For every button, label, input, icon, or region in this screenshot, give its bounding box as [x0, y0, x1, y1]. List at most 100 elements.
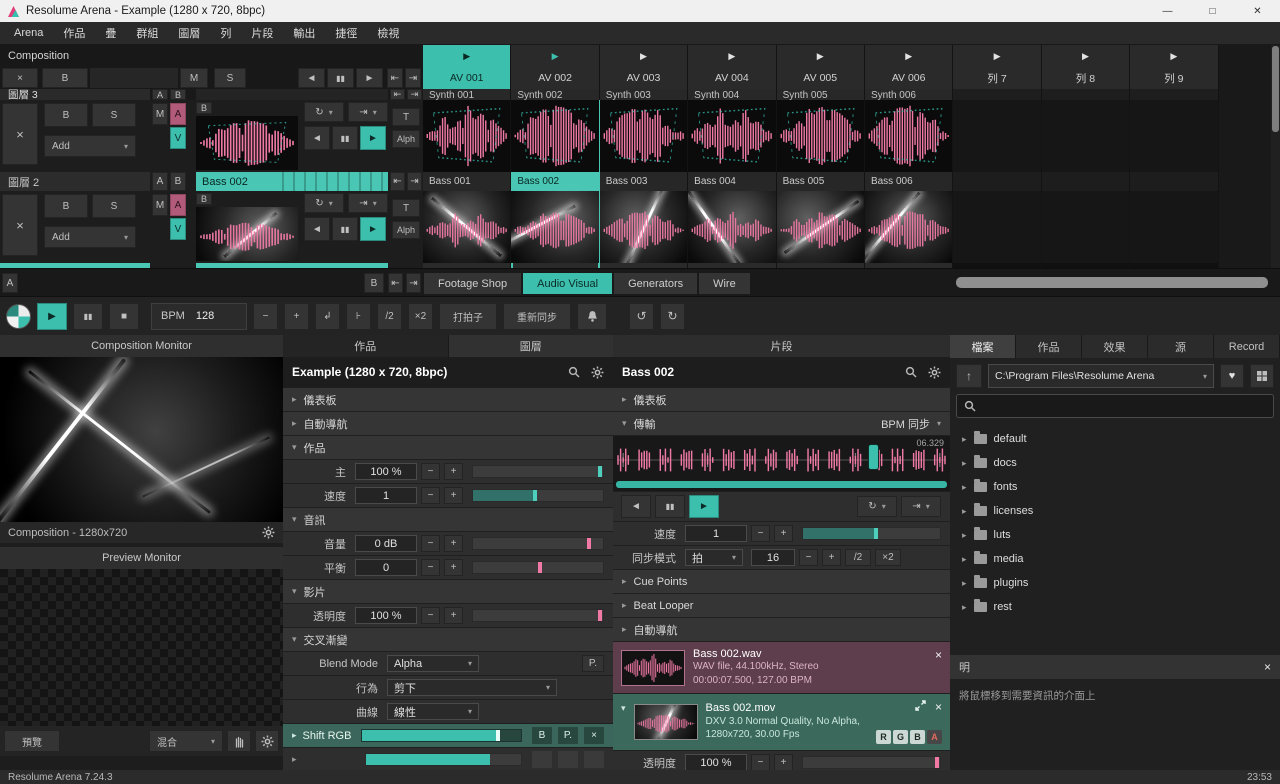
beats-increment[interactable]: +	[822, 549, 841, 566]
layer2-t-toggle[interactable]: T	[392, 108, 420, 126]
search-box[interactable]	[956, 394, 1274, 418]
layer3-clip-3[interactable]: Synth 003	[599, 89, 689, 100]
layer2-bypass-button[interactable]: B	[44, 103, 88, 127]
layer3-b-button[interactable]: B	[170, 89, 186, 100]
clip-prev-button[interactable]: ◄	[621, 495, 651, 518]
column-header-1[interactable]: AV 001	[423, 67, 512, 89]
folder-item-default[interactable]: ▸ default	[950, 427, 1280, 451]
layer1-clip-3[interactable]	[599, 191, 689, 268]
layer2-clip-9[interactable]	[1130, 100, 1219, 191]
layer3-clip-strip[interactable]	[196, 89, 388, 100]
menu-item-4[interactable]: 群組	[126, 22, 168, 44]
layer3-clip-7[interactable]	[953, 89, 1042, 100]
chevron-down-icon[interactable]: ▾	[621, 703, 626, 714]
composition-mode-icon[interactable]	[6, 303, 31, 329]
composition-mute-button[interactable]: M	[180, 68, 208, 88]
layer1-clip-5[interactable]	[776, 191, 865, 268]
clip-speed-value[interactable]: 1	[685, 525, 747, 542]
layer1-clip-8[interactable]	[1041, 191, 1131, 268]
composition-solo-button[interactable]: S	[214, 68, 246, 88]
layer2-video-button[interactable]: V	[170, 127, 186, 149]
channel-b-button[interactable]: B	[910, 730, 925, 744]
layer2-clip-2[interactable]: Bass 002	[511, 100, 600, 191]
layer2-active-clip-preview[interactable]	[196, 116, 298, 170]
browser-tab-作品[interactable]: 作品	[1016, 335, 1082, 358]
master-decrement[interactable]: −	[421, 463, 440, 480]
layer1-prev-button[interactable]: ◄	[304, 217, 330, 241]
opacity-value[interactable]: 100 %	[355, 607, 417, 624]
gear-icon[interactable]	[928, 366, 941, 379]
layer2-clip-5[interactable]: Bass 005	[776, 100, 865, 191]
resync-button[interactable]: 重新同步	[503, 302, 571, 330]
column-header-8[interactable]: 列 8	[1041, 67, 1131, 89]
section-cue-points[interactable]: ▸ Cue Points	[613, 570, 950, 593]
layer1-bypass-button[interactable]: B	[44, 194, 88, 218]
clip-speed-slider[interactable]	[802, 527, 941, 540]
crossfader-a-button[interactable]: A	[2, 273, 18, 293]
menu-item-10[interactable]: 檢視	[367, 22, 409, 44]
master-slider[interactable]	[472, 465, 604, 478]
layer2-clear-button[interactable]: ×	[2, 103, 38, 165]
layer3-clip-6[interactable]: Synth 006	[864, 89, 954, 100]
folder-item-rest[interactable]: ▸ rest	[950, 595, 1280, 619]
gear-icon[interactable]	[255, 730, 279, 752]
preview-button[interactable]: 預覽	[4, 730, 60, 752]
maximize-button[interactable]: □	[1190, 0, 1235, 22]
effect-shift-rgb[interactable]: ▸ Shift RGB B P. ×	[283, 724, 613, 747]
tap-tempo-button[interactable]: 打拍子	[439, 302, 497, 330]
column-header-3[interactable]: AV 003	[599, 67, 689, 89]
blend-mode-dropdown[interactable]: 混合 ▾	[149, 730, 223, 752]
layer1-add-dropdown[interactable]: Add ▾	[44, 226, 136, 248]
layer3-name-strip[interactable]: 圖層 3	[0, 89, 150, 100]
bpm-halve-button[interactable]: /2	[377, 302, 402, 330]
grid-v-scrollbar[interactable]	[1271, 45, 1280, 268]
blend-mode-select[interactable]: Alpha ▾	[387, 655, 479, 672]
layer1-mute-button[interactable]: M	[152, 194, 168, 216]
layer2-clip-7[interactable]	[953, 100, 1042, 191]
browser-search-input[interactable]	[983, 400, 1266, 412]
folder-item-luts[interactable]: ▸ luts	[950, 523, 1280, 547]
composition-to-end-button[interactable]: ⇥	[405, 68, 421, 88]
column-header-5[interactable]: AV 005	[776, 67, 865, 89]
layer2-to-end-button[interactable]: ⇥	[407, 172, 422, 191]
fullscreen-icon[interactable]	[915, 700, 926, 714]
master-increment[interactable]: +	[444, 463, 463, 480]
clip-speed-increment[interactable]: +	[774, 525, 793, 542]
bpm-nudge-button[interactable]: ↲	[315, 302, 340, 330]
layer1-clip-7[interactable]	[953, 191, 1042, 268]
speed-decrement[interactable]: −	[421, 487, 440, 504]
tab-composition[interactable]: 作品	[283, 335, 448, 357]
blend-params-button[interactable]: P.	[582, 655, 604, 672]
column-header-4[interactable]: AV 004	[688, 67, 777, 89]
pan-tool-icon[interactable]	[227, 730, 251, 752]
expand-arrow-icon[interactable]: ▸	[962, 482, 967, 493]
clip-opacity-increment[interactable]: +	[774, 754, 793, 770]
playhead[interactable]	[869, 445, 879, 469]
pan-decrement[interactable]: −	[421, 559, 440, 576]
layer1-play-button[interactable]: ►	[360, 217, 386, 241]
layer3-to-start-button[interactable]: ⇤	[390, 89, 405, 100]
speed-slider[interactable]	[472, 489, 604, 502]
section-beat-looper[interactable]: ▸ Beat Looper	[613, 594, 950, 617]
layer2-prev-button[interactable]: ◄	[304, 126, 330, 150]
browser-tab-源[interactable]: 源	[1148, 335, 1214, 358]
folder-item-fonts[interactable]: ▸ fonts	[950, 475, 1280, 499]
composition-clear-button[interactable]: ×	[2, 68, 38, 88]
behaviour-select[interactable]: 剪下 ▾	[387, 679, 557, 696]
column-header-6[interactable]: AV 006	[864, 67, 954, 89]
clip-direction-dropdown[interactable]: ⇥ ▾	[901, 496, 941, 517]
layer2-b-button[interactable]: B	[196, 102, 212, 114]
clip-opacity-slider[interactable]	[802, 756, 941, 769]
composition-bypass-button[interactable]: B	[42, 68, 88, 88]
volume-slider[interactable]	[472, 537, 604, 550]
folder-item-media[interactable]: ▸ media	[950, 547, 1280, 571]
expand-arrow-icon[interactable]: ▸	[962, 458, 967, 469]
column-play-button-2[interactable]: ▶	[511, 45, 600, 67]
remove-audio-file-button[interactable]: ×	[935, 648, 942, 662]
layer1-solo-button[interactable]: S	[92, 194, 136, 218]
layer2-add-dropdown[interactable]: Add ▾	[44, 135, 136, 157]
clip-video-file[interactable]: ▾ Bass 002.mov DXV 3.0 Normal Quality, N…	[613, 694, 950, 750]
grid-tab-footage-shop[interactable]: Footage Shop	[424, 273, 522, 294]
layer2-to-start-button[interactable]: ⇤	[390, 172, 405, 191]
folder-item-licenses[interactable]: ▸ licenses	[950, 499, 1280, 523]
